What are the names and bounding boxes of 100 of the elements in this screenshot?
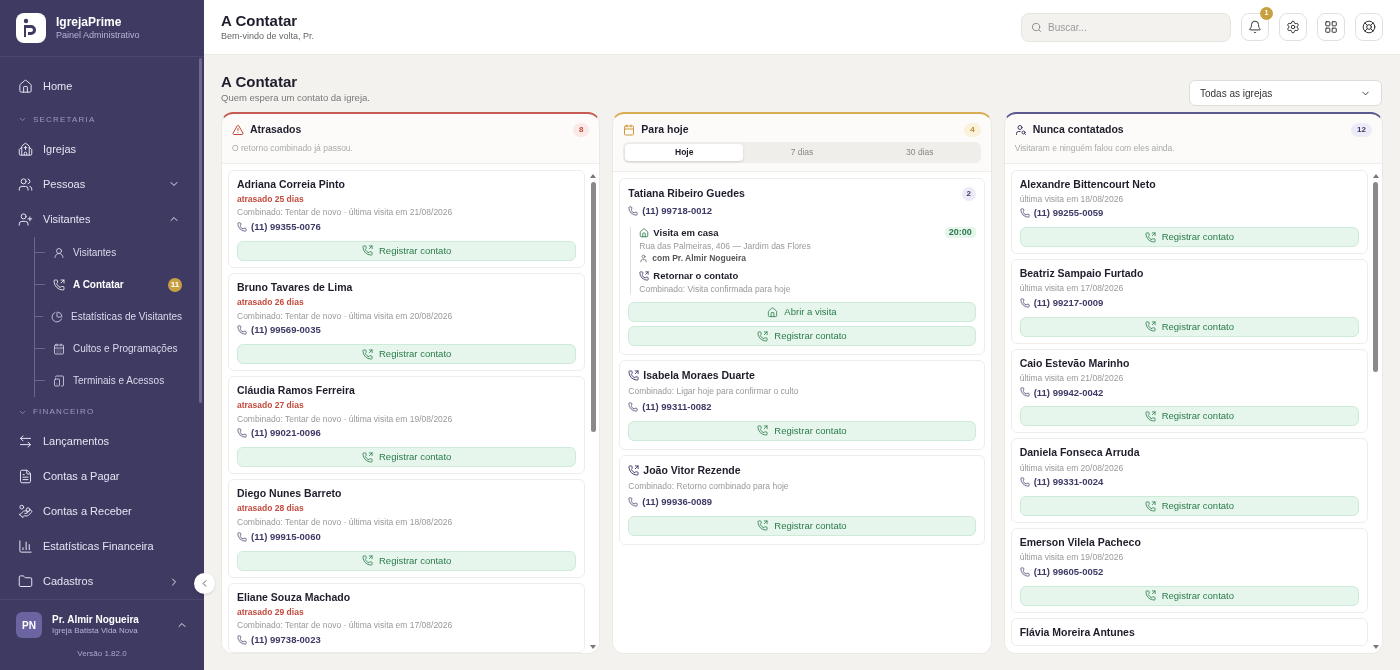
action-button[interactable]: Registrar contato — [237, 240, 577, 261]
count-badge: 8 — [572, 122, 590, 137]
church-select[interactable]: Todas as igrejas — [1189, 80, 1382, 106]
action-button[interactable]: Registrar contato — [1019, 316, 1359, 337]
phone-outgoing-icon — [1144, 410, 1156, 422]
overdue-text: atrasado 26 dias — [237, 296, 305, 308]
note-text: Combinado: Tentar de novo · última visita em 21/08/2026 — [237, 207, 454, 218]
search-field[interactable]: Buscar... — [1021, 12, 1231, 42]
contact-name: Isabela Moraes Duarte — [643, 369, 756, 383]
phone-icon — [237, 221, 247, 232]
phone-outgoing-icon — [362, 555, 373, 566]
period-tab[interactable]: 30 dias — [860, 143, 979, 161]
phone-outgoing-icon — [1144, 590, 1156, 602]
nav-item[interactable]: Pessoas — [10, 166, 188, 202]
action-button[interactable]: Registrar contato — [237, 550, 577, 571]
nav-item[interactable]: Contas a Pagar — [10, 459, 188, 494]
action-button[interactable]: Registrar contato — [1019, 406, 1359, 427]
settings-button[interactable] — [1279, 13, 1307, 41]
contact-name: Caio Estevão Marinho — [1019, 356, 1131, 370]
nav-subitem[interactable]: Terminais e Acessos — [45, 364, 188, 397]
column-icon — [1014, 123, 1027, 136]
nav-icon — [18, 79, 33, 94]
phone-icon — [628, 205, 639, 216]
action-button[interactable]: Registrar contato — [1019, 496, 1359, 516]
nav-subitem[interactable]: Estatísticas de Visitantes — [43, 300, 188, 333]
phone-icon — [237, 325, 247, 336]
action-button[interactable]: Registrar contato — [237, 344, 577, 364]
phone-outgoing-icon — [362, 245, 373, 257]
contact-name: Diego Nunes Barreto — [237, 487, 343, 501]
phone-outgoing-icon — [757, 520, 769, 531]
nav-subitem[interactable]: Cultos e Programações — [45, 332, 188, 365]
help-button[interactable] — [1355, 13, 1383, 41]
action-button[interactable]: Registrar contato — [628, 326, 976, 347]
phone-number: (11) 99915-0060 — [251, 530, 321, 543]
header-subtitle: Bem-vindo de volta, Pr. — [221, 30, 316, 42]
nav-subitem[interactable]: A Contatar 11 — [45, 268, 188, 301]
action-button[interactable]: Registrar contato — [237, 447, 577, 468]
contact-name: João Vitor Rezende — [643, 463, 742, 477]
phone-number: (11) 99718-0012 — [642, 204, 713, 217]
search-icon — [1031, 21, 1042, 33]
note-text: última visita em 19/08/2026 — [1019, 552, 1125, 563]
count-badge: 11 — [168, 277, 182, 292]
phone-number: (11) 99331-0024 — [1033, 476, 1104, 488]
action-button[interactable]: Registrar contato — [628, 420, 976, 441]
note-text: Combinado: Tentar de novo · última visita em 18/08/2026 — [237, 517, 454, 528]
header-title: A Contatar — [221, 12, 299, 31]
visit-address: Rua das Palmeiras, 406 — Jardim das Flores — [639, 240, 812, 252]
nav-icon — [18, 434, 33, 449]
nav-item[interactable]: Igrejas — [10, 131, 188, 167]
collapse-button[interactable] — [194, 573, 215, 594]
nav-item[interactable]: Home — [10, 69, 188, 104]
user-church: Igreja Batista Vida Nova — [52, 626, 139, 637]
phone-icon — [1019, 297, 1030, 308]
overdue-text: atrasado 27 dias — [237, 400, 305, 411]
phone-icon — [237, 428, 247, 439]
nav-subitem[interactable]: Visitantes — [45, 236, 188, 269]
phone-icon — [1019, 477, 1030, 488]
note-text: Combinado: Tentar de novo · última visita em 19/08/2026 — [237, 413, 454, 425]
nav-icon — [18, 574, 33, 589]
period-tab[interactable]: 7 dias — [743, 143, 861, 161]
house-icon — [767, 306, 779, 318]
note-text: Combinado: Visita confirmada para hoje — [639, 283, 792, 295]
nav-item[interactable]: Contas a Receber — [10, 494, 188, 529]
column-title: Nunca contatados — [1032, 122, 1125, 137]
action-button[interactable]: Registrar contato — [1019, 227, 1359, 248]
note-text: última visita em 20/08/2026 — [1019, 462, 1125, 474]
phone-icon — [1019, 566, 1030, 577]
column-icon — [232, 123, 244, 136]
contact-name: Cláudia Ramos Ferreira — [237, 384, 356, 398]
phone-outgoing-icon — [1144, 500, 1156, 512]
phone-number: (11) 99936-0089 — [642, 495, 713, 508]
apps-button[interactable] — [1317, 13, 1345, 41]
contact-name: Beatriz Sampaio Furtado — [1019, 267, 1145, 281]
nav-item[interactable]: Cadastros — [10, 564, 188, 599]
nav-item[interactable]: Estatísticas Financeira — [10, 529, 188, 564]
note-text: última visita em 21/08/2026 — [1019, 372, 1125, 384]
nav-item[interactable]: Visitantes — [10, 201, 188, 237]
notifications-button[interactable] — [1241, 13, 1269, 41]
contact-name: Emerson Vilela Pacheco — [1019, 536, 1142, 550]
contact-name: Tatiana Ribeiro Guedes — [628, 187, 746, 201]
apps-icon — [1324, 20, 1338, 34]
nav-icon — [53, 278, 65, 291]
action-button[interactable]: Registrar contato — [628, 515, 976, 536]
action-button[interactable]: Registrar contato — [1019, 585, 1359, 606]
action-button[interactable]: Abrir a visita — [628, 302, 976, 323]
period-tab[interactable]: Hoje — [625, 143, 744, 161]
scrollbar[interactable] — [199, 58, 202, 403]
nav-item[interactable]: Lançamentos — [10, 424, 188, 459]
phone-number: (11) 99311-0082 — [642, 401, 712, 413]
count-badge: 2 — [961, 186, 976, 201]
column-subtitle: Visitaram e ninguém falou com eles ainda. — [1014, 141, 1176, 155]
phone-icon — [237, 531, 247, 542]
section-header[interactable]: SECRETARIA — [10, 108, 188, 132]
person-icon — [639, 253, 649, 263]
phone-number: (11) 99255-0059 — [1033, 207, 1104, 220]
section-header[interactable]: FINANCEIRO — [10, 400, 188, 424]
count-badge: 12 — [1351, 122, 1372, 137]
settings-icon — [1286, 20, 1300, 34]
nav-icon — [51, 310, 63, 323]
version-text: Versão 1.82.0 — [76, 648, 128, 660]
